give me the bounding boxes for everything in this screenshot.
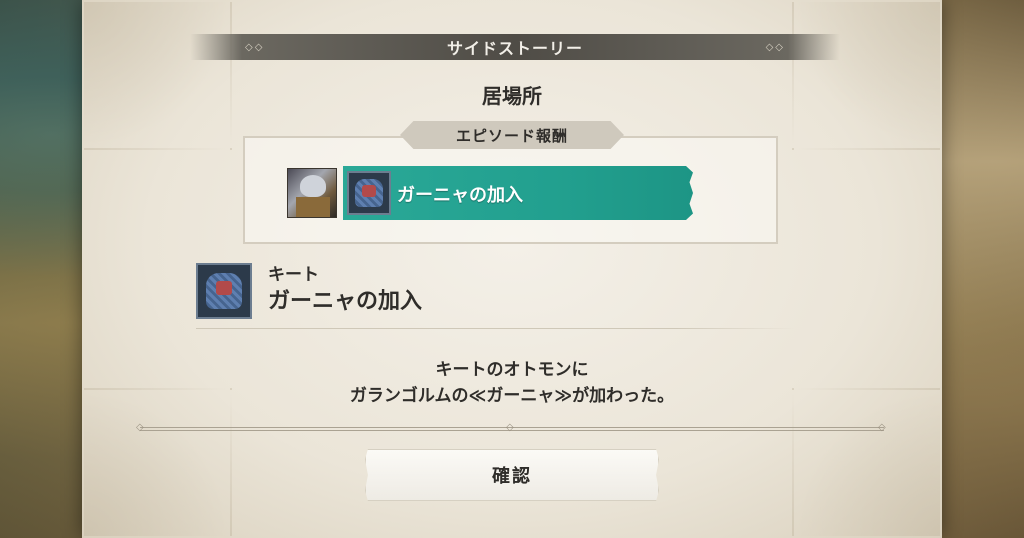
reward-header: エピソード報酬 [455, 126, 568, 145]
reward-item[interactable]: ガーニャの加入 [343, 166, 693, 220]
reward-header-tab: エピソード報酬 [400, 121, 624, 149]
description-line-2: ガランゴルムの≪ガーニャ≫が加わった。 [349, 386, 675, 406]
confirm-button[interactable]: 確認 [365, 449, 659, 501]
reward-item-label: ガーニャの加入 [397, 185, 523, 206]
corner-ornament [792, 388, 942, 538]
banner-ornament-icon: ◇◇ [765, 42, 785, 53]
title-banner: ◇◇ サイドストーリー ◇◇ [190, 34, 840, 60]
divider-ornament-icon: ◇ [878, 422, 886, 433]
corner-ornament [792, 0, 942, 150]
divider-ornament-icon: ◇ [506, 422, 514, 433]
detail-title: ガーニャの加入 [268, 289, 423, 314]
character-portrait-icon [287, 168, 337, 218]
dialog-title: サイドストーリー [446, 39, 583, 58]
corner-ornament [82, 388, 232, 538]
location-label: 居場所 [482, 84, 542, 108]
separator-line [196, 328, 796, 329]
divider-ornament-icon: ◇ [136, 422, 144, 433]
monster-icon [347, 171, 391, 215]
confirm-button-label: 確認 [492, 466, 532, 487]
description-line-1: キートのオトモンに [435, 360, 589, 380]
banner-ornament-icon: ◇◇ [245, 42, 265, 53]
detail-subtitle: キート [268, 265, 319, 285]
monster-detail-icon [196, 263, 252, 319]
corner-ornament [82, 0, 232, 150]
